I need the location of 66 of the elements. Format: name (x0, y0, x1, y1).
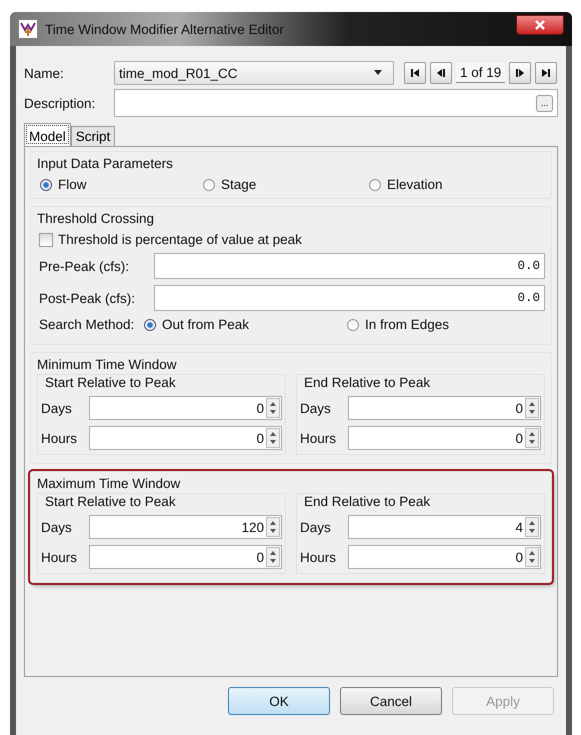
radio-option[interactable]: Out from Peak (144, 317, 347, 332)
dialog-button[interactable]: Cancel (340, 687, 442, 715)
group-title: Threshold Crossing (37, 211, 156, 226)
spinner-arrows-icon[interactable] (525, 517, 539, 537)
spinner-arrows-icon[interactable] (525, 547, 539, 567)
spinner-arrows-icon[interactable] (525, 428, 539, 448)
dialog-button[interactable]: OK (228, 687, 330, 715)
field-label: Pre-Peak (cfs): (38, 258, 130, 274)
field-label: Post-Peak (cfs): (38, 290, 136, 306)
radio-option[interactable]: In from Edges (347, 317, 450, 332)
field-label: Days (41, 520, 73, 534)
description-label: Description: (24, 96, 96, 110)
spinner-arrows-icon[interactable] (266, 398, 280, 418)
window-title: Time Window Modifier Alternative Editor (45, 22, 285, 36)
next-button[interactable] (509, 62, 532, 84)
last-button[interactable] (535, 62, 558, 84)
radio-option[interactable]: Stage (203, 177, 369, 192)
tab[interactable]: Model (24, 123, 71, 146)
field-label: Search Method: (38, 317, 136, 332)
spinner-field[interactable]: 120 (89, 515, 282, 539)
field-label: Hours (300, 430, 338, 446)
record-position: 1 of 19 (456, 63, 506, 83)
spinner-arrows-icon[interactable] (266, 428, 280, 448)
dropdown-arrow-icon[interactable] (373, 70, 383, 76)
field-label: Days (300, 400, 332, 416)
name-dropdown[interactable]: time_mod_R01_CC (114, 61, 394, 85)
spinner-field[interactable]: 0 (348, 426, 541, 450)
group-title: Start Relative to Peak (45, 494, 177, 509)
spinner-field[interactable]: 0 (89, 396, 282, 420)
radio-option[interactable]: Flow (40, 177, 203, 192)
group-title: Start Relative to Peak (45, 375, 177, 390)
skip-last-icon[interactable] (541, 68, 552, 78)
field-label: Days (300, 520, 332, 534)
group-title: Maximum Time Window (37, 476, 182, 491)
group-title: Input Data Parameters (37, 156, 174, 171)
first-button[interactable] (404, 62, 426, 84)
spinner-field[interactable]: 0 (89, 426, 282, 450)
spinner-field[interactable]: 0 (89, 545, 282, 569)
field-label: Hours (41, 430, 78, 446)
spinner-arrows-icon[interactable] (266, 517, 280, 537)
tab[interactable]: Script (70, 126, 116, 146)
step-forward-icon[interactable] (515, 68, 526, 78)
spinner-field[interactable]: 0 (348, 545, 541, 569)
field-label: Hours (300, 550, 338, 564)
step-back-icon[interactable] (436, 68, 446, 78)
group-title: End Relative to Peak (304, 494, 432, 509)
spinner-arrows-icon[interactable] (525, 398, 539, 418)
input-field[interactable]: 0.0 (154, 285, 545, 311)
spinner-field[interactable]: 4 (348, 515, 541, 539)
radio-option[interactable]: Elevation (369, 177, 545, 192)
field-label: Hours (41, 550, 78, 564)
spinner-arrows-icon[interactable] (266, 547, 280, 567)
close-icon[interactable] (534, 20, 546, 30)
spinner-field[interactable]: 0 (348, 396, 541, 420)
description-field[interactable]: ... (114, 89, 558, 117)
field-label: Days (41, 400, 73, 416)
group-title: End Relative to Peak (304, 375, 432, 390)
group-title: Minimum Time Window (37, 357, 178, 372)
name-label: Name: (24, 66, 65, 80)
input-field[interactable]: 0.0 (154, 253, 545, 279)
browse-button[interactable]: ... (536, 94, 553, 112)
skip-first-icon[interactable] (410, 68, 420, 78)
close-button[interactable] (516, 15, 564, 35)
checkbox-option[interactable]: Threshold is percentage of value at peak (39, 232, 545, 247)
previous-button[interactable] (430, 62, 452, 84)
app-icon (19, 20, 37, 38)
